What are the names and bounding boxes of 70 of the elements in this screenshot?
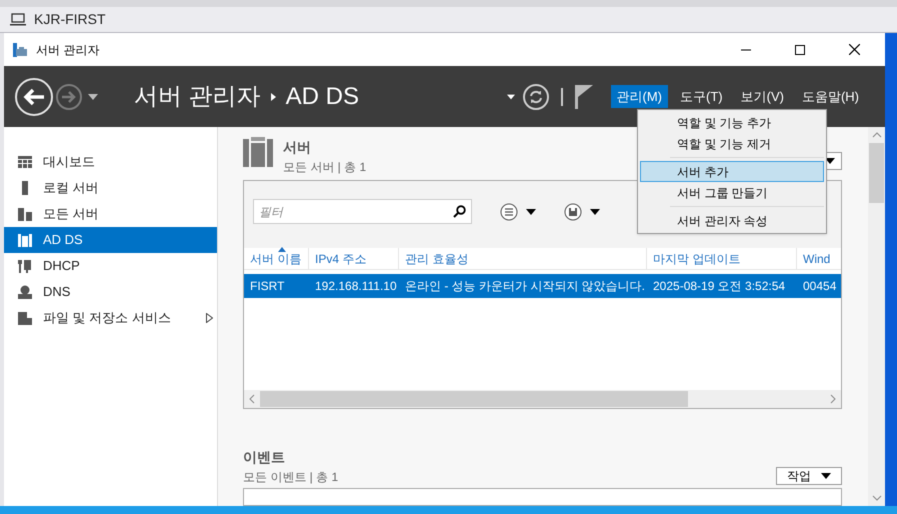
sidebar-item[interactable]: 로컬 서버 bbox=[4, 175, 217, 201]
dropdown-arrow-icon[interactable] bbox=[88, 94, 98, 100]
sidebar-item[interactable]: 모든 서버 bbox=[4, 201, 217, 227]
sidebar-item[interactable]: AD DS bbox=[4, 227, 217, 253]
dropdown-arrow-icon[interactable] bbox=[506, 94, 514, 100]
network-icon bbox=[17, 284, 33, 300]
menu-item[interactable]: 도움말(H) bbox=[796, 84, 865, 108]
menu-option[interactable]: 역할 및 기능 추가 bbox=[640, 112, 824, 133]
menu-item[interactable]: 관리(M) bbox=[610, 84, 668, 108]
dropdown-arrow-icon[interactable] bbox=[821, 472, 831, 479]
column-header[interactable]: 서버 이름 bbox=[244, 248, 309, 269]
chevron-right-icon bbox=[270, 92, 276, 100]
save-icon[interactable] bbox=[564, 202, 582, 220]
refresh-button[interactable] bbox=[522, 84, 548, 110]
section-title: 서버 bbox=[283, 138, 311, 157]
table-cell-text: 192.168.111.10 bbox=[314, 278, 398, 295]
filter-field[interactable]: 필터 bbox=[253, 199, 472, 224]
sidebar-item[interactable]: DNS bbox=[4, 279, 217, 305]
laptop-icon bbox=[10, 13, 26, 26]
folders-icon bbox=[17, 310, 33, 326]
close-icon bbox=[848, 44, 860, 55]
menu-option[interactable]: 서버 관리자 속성 bbox=[640, 210, 824, 231]
app-icon bbox=[12, 42, 28, 58]
sidebar-item[interactable]: DHCP bbox=[4, 253, 217, 279]
dropdown-arrow-icon[interactable] bbox=[825, 158, 835, 164]
table-cell-text: 온라인 - 성능 카운터가 시작되지 않았습니다. bbox=[404, 278, 646, 295]
menu-item[interactable]: 보기(V) bbox=[734, 84, 790, 108]
vm-title: KJR-FIRST bbox=[34, 10, 106, 29]
menu-option[interactable]: 서버 그룹 만들기 bbox=[640, 182, 824, 203]
sidebar-item[interactable]: 대시보드 bbox=[4, 149, 217, 175]
tasks-dropdown[interactable]: 작업 bbox=[776, 466, 842, 485]
table-row[interactable]: FISRT 192.168.111.10 온라인 - 성능 카운터가 시작되지 않았습니다. 2025-08-19 오전 3:52:54 00454 bbox=[244, 274, 841, 298]
table-cell-text: 00454 bbox=[802, 278, 838, 295]
servers-icon bbox=[243, 137, 273, 169]
column-header[interactable]: Wind bbox=[797, 248, 841, 269]
dashboard-icon bbox=[17, 154, 33, 170]
dropdown-arrow-icon[interactable] bbox=[526, 208, 536, 214]
breadcrumb-item: AD DS bbox=[286, 82, 360, 112]
arrow-right-icon bbox=[62, 90, 76, 102]
section-title: 이벤트 bbox=[243, 448, 286, 467]
directory-icon bbox=[17, 232, 33, 248]
sidebar-item[interactable]: 파일 및 저장소 서비스 bbox=[4, 305, 217, 331]
arrow-left-icon bbox=[23, 88, 45, 106]
table-cell-text: FISRT bbox=[249, 278, 286, 295]
menu-item[interactable]: 도구(T) bbox=[674, 84, 729, 108]
dropdown-arrow-icon[interactable] bbox=[590, 208, 600, 214]
tools-icon bbox=[17, 258, 33, 274]
section-subtitle: 모든 서버 | 총 1 bbox=[283, 159, 366, 176]
search-icon[interactable] bbox=[453, 205, 466, 218]
refresh-icon bbox=[528, 90, 542, 104]
flag-icon[interactable] bbox=[574, 84, 592, 108]
vertical-scrollbar[interactable] bbox=[868, 127, 885, 506]
column-header[interactable]: 관리 효율성 bbox=[399, 248, 647, 269]
scrollbar-thumb[interactable] bbox=[869, 143, 884, 203]
expand-arrow-icon[interactable] bbox=[206, 313, 213, 323]
back-button[interactable] bbox=[15, 78, 53, 116]
section-subtitle: 모든 이벤트 | 총 1 bbox=[243, 468, 340, 486]
scrollbar-thumb[interactable] bbox=[260, 390, 688, 407]
column-header[interactable]: 마지막 업데이트 bbox=[647, 248, 797, 269]
horizontal-scrollbar[interactable] bbox=[244, 390, 841, 408]
menu-option[interactable]: 역할 및 기능 제거 bbox=[640, 133, 824, 154]
list-icon[interactable] bbox=[500, 202, 518, 220]
forward-button[interactable] bbox=[56, 84, 82, 110]
table-cell-text: 2025-08-19 오전 3:52:54 bbox=[652, 278, 786, 295]
maximize-icon bbox=[795, 44, 805, 54]
column-header[interactable]: IPv4 주소 bbox=[309, 248, 399, 269]
menu-option[interactable]: 서버 추가 bbox=[640, 161, 824, 182]
window-title: 서버 관리자 bbox=[36, 42, 100, 58]
servers-icon bbox=[17, 206, 33, 222]
breadcrumb-item[interactable]: 서버 관리자 bbox=[134, 78, 261, 114]
